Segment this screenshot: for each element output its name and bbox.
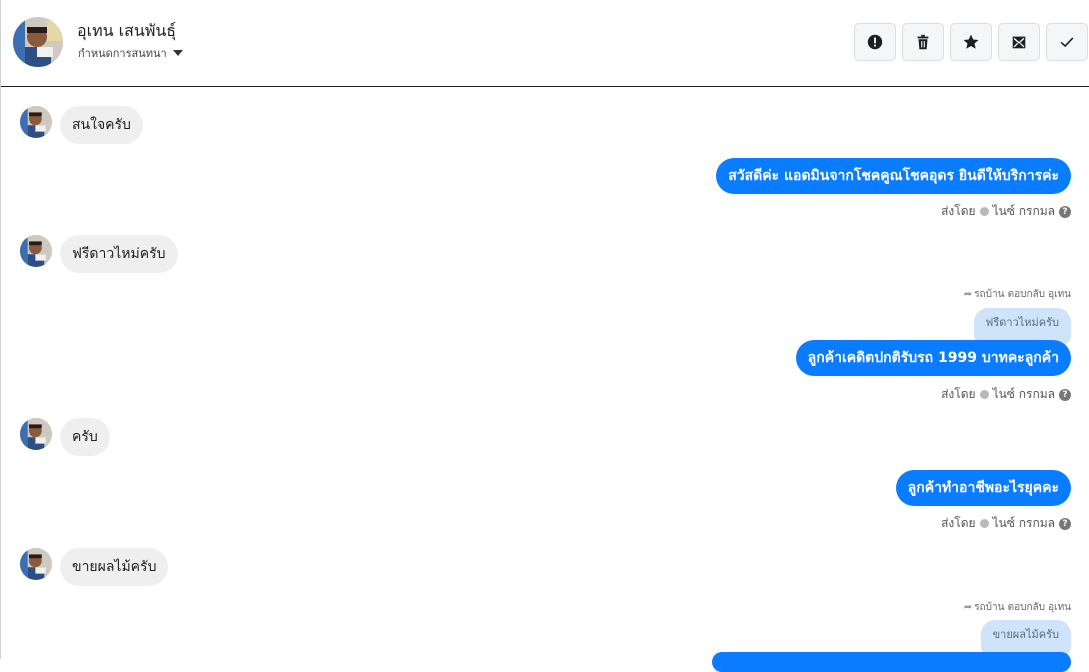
contact-avatar	[20, 106, 52, 138]
status-dot-icon	[979, 519, 989, 528]
reply-arrow-icon: ➦	[963, 602, 973, 613]
incoming-message: ครับ	[20, 418, 320, 456]
caret-down-icon	[172, 50, 183, 56]
outgoing-bubble-partial[interactable]	[712, 652, 1071, 672]
contact-name: อุเทน เสนพันธุ์	[77, 21, 177, 40]
star-icon	[963, 34, 979, 49]
status-dot-icon	[979, 390, 989, 399]
conversation-actions	[854, 23, 1088, 61]
reply-note-text: รถบ้าน ตอบกลับ อุเทน	[974, 602, 1071, 613]
avatar-photo	[13, 17, 63, 67]
incoming-message: ขายผลไม้ครับ	[20, 548, 320, 586]
contact-avatar	[20, 418, 52, 450]
reply-note: ➦ รถบ้าน ตอบกลับ อุเทน	[964, 600, 1071, 615]
incoming-bubble[interactable]: สนใจครับ	[60, 106, 143, 144]
contact-avatar[interactable]	[13, 17, 63, 67]
incoming-bubble[interactable]: ขายผลไม้ครับ	[60, 548, 169, 586]
assign-conversation-dropdown[interactable]: กำหนดการสนทนา	[78, 44, 183, 62]
mark-unread-button[interactable]	[998, 23, 1040, 61]
window-border	[0, 0, 1, 659]
envelope-icon	[1012, 36, 1026, 49]
avatar-photo	[20, 106, 52, 138]
sent-by-meta: ส่งโดย ไนซ์ กรกมล ?	[941, 202, 1071, 221]
sent-by-meta: ส่งโดย ไนซ์ กรกมล ?	[941, 514, 1071, 533]
check-icon	[1060, 37, 1074, 48]
mark-done-button[interactable]	[1046, 23, 1088, 61]
star-button[interactable]	[950, 23, 992, 61]
trash-icon	[917, 34, 929, 50]
conversation-header: อุเทน เสนพันธุ์ กำหนดการสนทนา	[1, 0, 1089, 87]
exclamation-icon	[867, 34, 883, 50]
help-icon[interactable]: ?	[1059, 388, 1071, 401]
outgoing-bubble[interactable]: สวัสดีค่ะ แอดมินจากโชคคูณโชคอุดร ยินดีให…	[716, 158, 1071, 194]
avatar-photo	[20, 235, 52, 267]
delete-button[interactable]	[902, 23, 944, 61]
sender-name: ไนซ์ กรกมล	[992, 387, 1055, 401]
status-dot-icon	[979, 207, 989, 216]
sent-by-label: ส่งโดย	[941, 387, 976, 401]
incoming-bubble[interactable]: ฟรีดาวไหม่ครับ	[60, 235, 178, 273]
reply-note-text: รถบ้าน ตอบกลับ อุเทน	[974, 289, 1071, 300]
contact-avatar	[20, 548, 52, 580]
reply-arrow-icon: ➦	[963, 289, 973, 300]
sender-name: ไนซ์ กรกมล	[992, 516, 1055, 530]
outgoing-bubble[interactable]: ลูกค้าเคดิตปกติรับรถ 1999 บาทคะลูกค้า	[795, 340, 1071, 376]
incoming-message: ฟรีดาวไหม่ครับ	[20, 235, 320, 273]
incoming-bubble[interactable]: ครับ	[60, 418, 110, 456]
avatar-photo	[20, 418, 52, 450]
sent-by-label: ส่งโดย	[941, 204, 976, 218]
help-icon[interactable]: ?	[1059, 517, 1071, 530]
contact-avatar	[20, 235, 52, 267]
reply-note: ➦ รถบ้าน ตอบกลับ อุเทน	[964, 287, 1071, 302]
assign-label: กำหนดการสนทนา	[78, 47, 167, 60]
sender-name: ไนซ์ กรกมล	[992, 204, 1055, 218]
spam-button[interactable]	[854, 23, 896, 61]
sent-by-meta: ส่งโดย ไนซ์ กรกมล ?	[941, 385, 1071, 404]
avatar-photo	[20, 548, 52, 580]
help-icon[interactable]: ?	[1059, 205, 1071, 218]
outgoing-bubble[interactable]: ลูกค้าทำอาชีพอะไรยุคคะ	[895, 470, 1071, 506]
incoming-message: สนใจครับ	[20, 106, 320, 144]
sent-by-label: ส่งโดย	[941, 516, 976, 530]
